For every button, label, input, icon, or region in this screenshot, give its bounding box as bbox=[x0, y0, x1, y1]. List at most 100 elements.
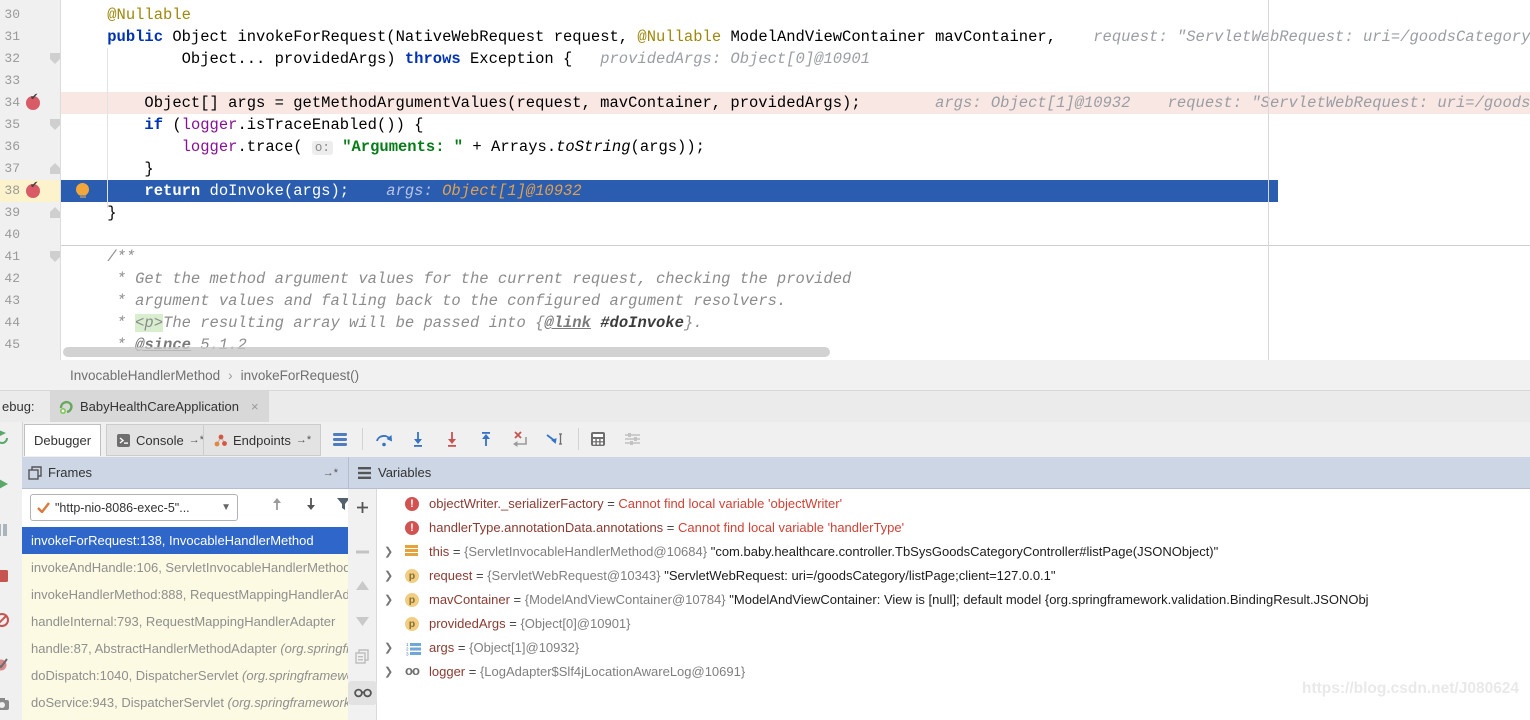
expand-chevron-icon[interactable]: ❯ bbox=[384, 636, 396, 660]
thread-dropdown[interactable]: "http-nio-8086-exec-5"... ▼ bbox=[30, 494, 238, 521]
indent-guide bbox=[107, 48, 108, 208]
code-line-30: @Nullable bbox=[60, 4, 1530, 26]
array-icon: 123 bbox=[405, 640, 421, 656]
frame-row[interactable]: invokeAndHandle:106, ServletInvocableHan… bbox=[22, 554, 348, 581]
breadcrumb-class[interactable]: InvocableHandlerMethod bbox=[70, 368, 220, 383]
code-segment: o: bbox=[312, 141, 333, 155]
jump-to-frame-icon[interactable]: →* bbox=[323, 467, 338, 479]
move-up-icon[interactable] bbox=[348, 577, 377, 595]
frame-row[interactable]: handle:87, AbstractHandlerMethodAdapter … bbox=[22, 635, 348, 662]
variables-panel-header: Variables bbox=[348, 457, 1530, 489]
run-config-tab[interactable]: BabyHealthCareApplication × bbox=[50, 391, 269, 422]
code-line-36: logger.trace( o: "Arguments: " + Arrays.… bbox=[60, 136, 1530, 158]
variable-row[interactable]: !handlerType.annotationData.annotations … bbox=[377, 516, 1530, 540]
variable-row[interactable]: ❯prequest = {ServletWebRequest@10343} "S… bbox=[377, 564, 1530, 588]
step-over-icon[interactable] bbox=[374, 429, 394, 449]
code-segment bbox=[1130, 94, 1167, 112]
remove-watch-icon[interactable] bbox=[348, 541, 377, 559]
variable-text: objectWriter._serializerFactory = Cannot… bbox=[429, 492, 842, 516]
frame-up-icon[interactable] bbox=[270, 497, 284, 515]
evaluate-expression-icon[interactable] bbox=[588, 429, 608, 449]
code-segment bbox=[70, 292, 117, 310]
tab-endpoints[interactable]: Endpoints →* bbox=[203, 424, 321, 456]
variable-row[interactable]: !objectWriter._serializerFactory = Canno… bbox=[377, 492, 1530, 516]
horizontal-scrollbar[interactable] bbox=[63, 347, 830, 357]
settings-sliders-icon[interactable] bbox=[622, 429, 642, 449]
jump-to-endpoints-icon: →* bbox=[296, 434, 311, 446]
variable-value: {Object[1]@10932} bbox=[469, 640, 579, 655]
svg-text:3: 3 bbox=[406, 651, 409, 656]
jump-to-console-icon: →* bbox=[189, 434, 204, 446]
expand-chevron-icon[interactable]: ❯ bbox=[384, 588, 396, 612]
code-segment: "Arguments: " bbox=[342, 138, 463, 156]
code-segment: Object[] args = getMethodArgumentValues(… bbox=[70, 94, 861, 112]
rerun-icon[interactable] bbox=[0, 430, 10, 446]
variable-row[interactable]: ❯123args = {Object[1]@10932} bbox=[377, 636, 1530, 660]
move-down-icon[interactable] bbox=[348, 613, 377, 631]
expand-chevron-icon[interactable]: ❯ bbox=[384, 660, 396, 684]
breadcrumb-method[interactable]: invokeForRequest() bbox=[241, 368, 360, 383]
muted-check-icon[interactable] bbox=[0, 656, 10, 672]
pause-icon[interactable] bbox=[0, 522, 10, 538]
variable-value: {LogAdapter$Slf4jLocationAwareLog@10691} bbox=[480, 664, 745, 679]
step-into-icon[interactable] bbox=[408, 429, 428, 449]
thread-dump-icon[interactable] bbox=[0, 696, 10, 712]
watches-toolbar bbox=[348, 489, 377, 720]
variable-text: request = {ServletWebRequest@10343} "Ser… bbox=[429, 564, 1056, 588]
variable-name: this bbox=[429, 544, 449, 559]
frame-row[interactable]: invokeForRequest:138, InvocableHandlerMe… bbox=[22, 527, 348, 554]
code-segment: * argument values and falling back to th… bbox=[117, 292, 787, 310]
fold-end-marker-icon[interactable] bbox=[50, 207, 60, 218]
code-editor[interactable]: @Nullable public Object invokeForRequest… bbox=[0, 0, 1530, 360]
console-icon bbox=[116, 433, 131, 448]
chevron-down-icon: ▼ bbox=[221, 502, 231, 513]
force-step-into-icon[interactable] bbox=[442, 429, 462, 449]
add-watch-icon[interactable] bbox=[348, 501, 377, 519]
frame-row[interactable]: handleInternal:793, RequestMappingHandle… bbox=[22, 608, 348, 635]
frame-row[interactable]: invokeHandlerMethod:888, RequestMappingH… bbox=[22, 581, 348, 608]
fold-marker-icon[interactable] bbox=[50, 251, 60, 262]
tab-console[interactable]: Console →* bbox=[106, 424, 214, 456]
step-out-icon[interactable] bbox=[476, 429, 496, 449]
breakpoint-icon[interactable] bbox=[26, 96, 40, 110]
line-number: 42 bbox=[0, 268, 20, 290]
code-segment bbox=[70, 314, 117, 332]
variable-row[interactable]: ❯pmavContainer = {ModelAndViewContainer@… bbox=[377, 588, 1530, 612]
drop-frame-icon[interactable] bbox=[510, 429, 530, 449]
fold-marker-icon[interactable] bbox=[50, 53, 60, 64]
line-number: 32 bbox=[0, 48, 20, 70]
parameter-icon: p bbox=[405, 592, 421, 608]
code-segment: <p> bbox=[135, 314, 163, 332]
frames-icon bbox=[28, 466, 42, 480]
filter-icon[interactable] bbox=[336, 497, 348, 515]
code-segment: Object invokeForRequest(NativeWebRequest… bbox=[163, 28, 637, 46]
code-segment: public bbox=[107, 28, 163, 46]
expand-chevron-icon[interactable]: ❯ bbox=[384, 564, 396, 588]
frame-down-icon[interactable] bbox=[304, 497, 318, 515]
show-watches-icon[interactable] bbox=[348, 681, 377, 705]
line-number: 39 bbox=[0, 202, 20, 224]
layout-icon[interactable] bbox=[330, 429, 350, 449]
code-segment bbox=[70, 28, 107, 46]
variable-name: mavContainer bbox=[429, 592, 510, 607]
frame-row[interactable]: doDispatch:1040, DispatcherServlet (org.… bbox=[22, 662, 348, 689]
variable-name: logger bbox=[429, 664, 465, 679]
breakpoint-icon[interactable] bbox=[26, 184, 40, 198]
frame-row[interactable]: doService:943, DispatcherServlet (org.sp… bbox=[22, 689, 348, 716]
duplicate-icon[interactable] bbox=[348, 649, 377, 669]
close-tab-icon[interactable]: × bbox=[251, 399, 259, 414]
variable-row[interactable]: pprovidedArgs = {Object[0]@10901} bbox=[377, 612, 1530, 636]
intention-bulb-icon[interactable] bbox=[76, 183, 89, 196]
expand-chevron-icon[interactable]: ❯ bbox=[384, 540, 396, 564]
frame-row[interactable]: processRequest:1006, FrameworkServlet (o… bbox=[22, 716, 348, 720]
fold-marker-icon[interactable] bbox=[50, 119, 60, 130]
code-line-33 bbox=[60, 70, 1530, 92]
resume-icon[interactable] bbox=[0, 476, 10, 492]
variable-row[interactable]: ❯this = {ServletInvocableHandlerMethod@1… bbox=[377, 540, 1530, 564]
tab-debugger[interactable]: Debugger bbox=[24, 424, 101, 456]
fold-end-marker-icon[interactable] bbox=[50, 163, 60, 174]
mute-breakpoints-icon[interactable] bbox=[0, 612, 10, 628]
equals-sign: = bbox=[604, 496, 619, 511]
stop-icon[interactable] bbox=[0, 568, 10, 584]
run-to-cursor-icon[interactable] bbox=[544, 429, 564, 449]
